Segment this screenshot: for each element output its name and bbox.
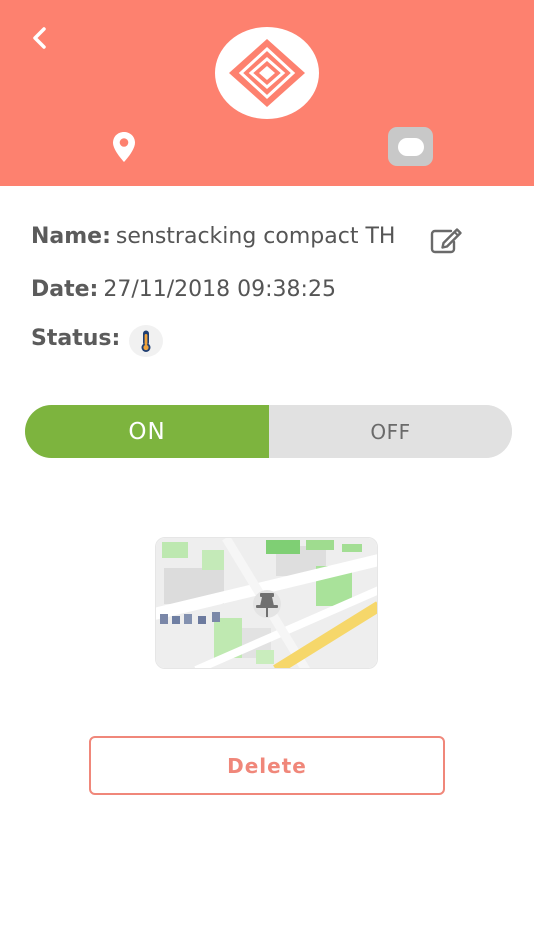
edit-name-button[interactable] — [428, 226, 464, 256]
status-label: Status: — [31, 326, 121, 351]
map-thumbnail[interactable] — [155, 537, 378, 669]
device-toggle-icon — [397, 137, 424, 156]
back-button[interactable] — [24, 22, 56, 54]
name-label: Name: — [31, 224, 111, 249]
toggle-on-button[interactable]: ON — [25, 405, 269, 458]
device-toggle-button[interactable] — [388, 127, 433, 166]
status-indicator — [129, 325, 163, 357]
diamond-logo-icon — [229, 39, 305, 107]
toggle-off-button[interactable]: OFF — [269, 405, 512, 458]
date-value: 27/11/2018 09:38:25 — [103, 277, 336, 302]
header-bar — [0, 0, 534, 186]
thermometer-icon — [141, 330, 151, 352]
map-pin-icon — [113, 132, 135, 162]
delete-button[interactable]: Delete — [89, 736, 445, 795]
name-value: senstracking compact TH — [115, 224, 396, 249]
app-logo — [215, 27, 319, 119]
status-row: Status: — [31, 326, 125, 351]
date-row: Date: 27/11/2018 09:38:25 — [31, 277, 336, 302]
map-image — [156, 538, 377, 668]
location-button[interactable] — [108, 130, 140, 164]
edit-icon — [430, 228, 462, 254]
date-label: Date: — [31, 277, 99, 302]
on-off-toggle: ON OFF — [25, 405, 512, 458]
name-row: Name: senstracking compact TH — [31, 224, 395, 249]
chevron-left-icon — [33, 27, 46, 49]
